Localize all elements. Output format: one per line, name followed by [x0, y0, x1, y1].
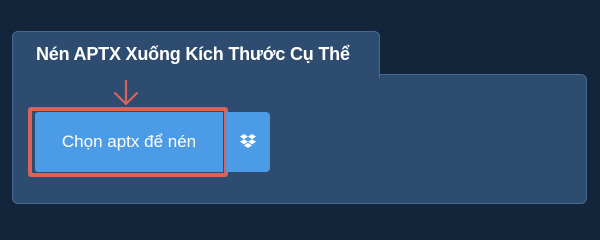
dropbox-button[interactable] — [226, 112, 270, 172]
choose-file-button[interactable]: Chọn aptx để nén — [35, 112, 223, 172]
panel-title: Nén APTX Xuống Kích Thước Cụ Thể — [36, 44, 350, 64]
dropbox-icon — [240, 134, 256, 148]
panel-tab-seam — [13, 72, 379, 78]
arrow-down-icon — [113, 80, 139, 106]
